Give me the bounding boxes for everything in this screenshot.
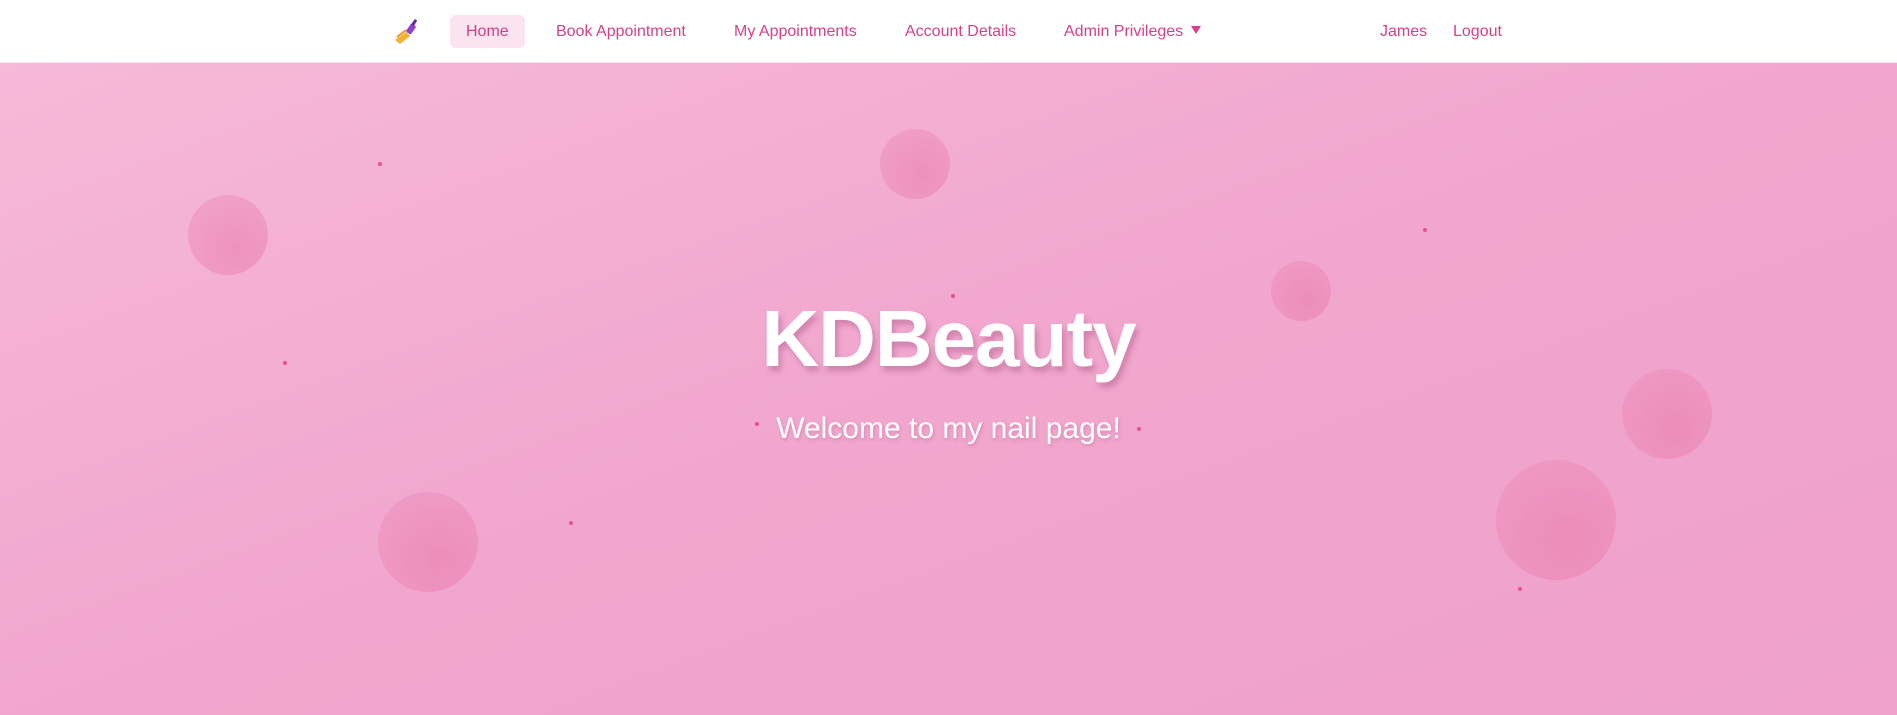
decorative-bubble — [1496, 460, 1616, 580]
user-name-label: James — [1380, 23, 1428, 40]
nav-my-appointments[interactable]: My Appointments — [734, 15, 857, 48]
nav-admin-privileges-dropdown[interactable]: Admin Privileges — [1064, 15, 1202, 48]
nav-account-details[interactable]: Account Details — [905, 15, 1016, 48]
nail-polish-icon[interactable] — [392, 18, 420, 46]
decorative-dot — [378, 162, 382, 166]
caret-down-icon — [1191, 26, 1202, 34]
nav-my-appointments-label: My Appointments — [734, 23, 857, 40]
decorative-bubble — [880, 129, 950, 199]
nav-admin-privileges-label: Admin Privileges — [1064, 23, 1184, 40]
decorative-dot — [1423, 228, 1427, 232]
decorative-dot — [569, 521, 573, 525]
logout-button[interactable]: Logout — [1453, 15, 1502, 48]
decorative-dot — [1518, 587, 1522, 591]
nav-user-name[interactable]: James — [1380, 15, 1427, 48]
decorative-bubble — [188, 195, 268, 275]
decorative-bubble — [378, 492, 478, 592]
hero-subtitle: Welcome to my nail page! — [776, 412, 1121, 445]
nav-book-appointment-label: Book Appointment — [556, 23, 686, 40]
nav-account-details-label: Account Details — [905, 23, 1017, 40]
nav-home[interactable]: Home — [450, 15, 525, 48]
hero-section: KDBeauty Welcome to my nail page! — [0, 63, 1897, 715]
nav-home-label: Home — [466, 23, 509, 40]
top-navbar: Home Book Appointment My Appointments Ac… — [0, 0, 1897, 63]
logout-label: Logout — [1453, 23, 1502, 40]
nav-book-appointment[interactable]: Book Appointment — [556, 15, 686, 48]
hero-title: KDBeauty — [761, 294, 1136, 383]
